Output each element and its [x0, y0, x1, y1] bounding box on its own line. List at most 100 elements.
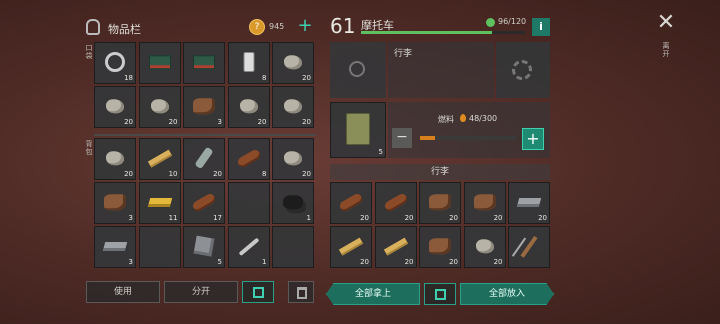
backpack-icon: [86, 19, 100, 35]
storage-slot[interactable]: 20: [463, 226, 506, 268]
close-label: 离开: [662, 42, 670, 58]
backpack-slot[interactable]: 1: [272, 182, 314, 224]
item-count: 20: [302, 170, 311, 178]
storage-slot[interactable]: 20: [330, 226, 372, 268]
settings-slot[interactable]: [496, 42, 550, 98]
log-icon: [235, 148, 262, 169]
wheel-icon: [105, 52, 125, 72]
backpack-slot[interactable]: 3: [94, 226, 136, 268]
item-count: 3: [128, 214, 133, 222]
backpack-slot[interactable]: 20: [272, 138, 314, 180]
item-count: 20: [257, 118, 267, 126]
toolbox-icon: [148, 55, 171, 70]
use-button[interactable]: 使用: [86, 281, 160, 303]
storage-slot[interactable]: [508, 226, 550, 268]
backpack-slot[interactable]: [272, 226, 314, 268]
toolbox-icon: [193, 55, 215, 70]
item-count: 20: [404, 214, 414, 222]
jerry-can-icon: [346, 113, 370, 145]
blocked-icon: [349, 61, 365, 77]
storage-slot[interactable]: 20: [374, 226, 417, 268]
log-icon: [338, 192, 364, 213]
pocket-slot[interactable]: 20: [227, 86, 270, 128]
pocket-slot[interactable]: 3: [183, 86, 225, 128]
pocket-slot[interactable]: [138, 42, 181, 84]
item-count: 20: [360, 214, 369, 222]
pocket-slot[interactable]: 20: [94, 86, 136, 128]
cargo-label: 行李: [394, 49, 413, 59]
log-icon: [382, 192, 409, 213]
fuel-slider[interactable]: [420, 136, 516, 140]
put-all-button[interactable]: 全部放入: [460, 283, 554, 305]
storage-slot[interactable]: 20: [419, 226, 461, 268]
split-button[interactable]: 分开: [164, 281, 238, 303]
backpack-slot[interactable]: 10: [138, 138, 181, 180]
bottle-icon: [194, 146, 214, 170]
pocket-slot[interactable]: 20: [272, 86, 314, 128]
sort-inventory-button[interactable]: [242, 281, 274, 303]
backpack-slot[interactable]: 11: [138, 182, 181, 224]
inventory-title: 物品栏: [108, 23, 141, 36]
add-coins-button[interactable]: +: [295, 16, 315, 36]
fuel-canister-slot[interactable]: 5: [330, 102, 386, 158]
rock-icon: [106, 99, 124, 114]
item-count: 3: [217, 118, 222, 126]
pocket-slot[interactable]: 8: [227, 42, 270, 84]
pocket-slot[interactable]: [183, 42, 225, 84]
fuel-fill: [420, 136, 436, 140]
item-count: 3: [128, 258, 133, 266]
item-count: 8: [262, 74, 267, 82]
pocket-slot[interactable]: 20: [272, 42, 314, 84]
coin-count: 945: [269, 22, 285, 31]
inventory-header: 物品栏 ? 945 +: [86, 14, 316, 42]
fuel-increase-button[interactable]: +: [522, 128, 544, 150]
cargo-box: 行李: [388, 42, 494, 98]
backpack-slot[interactable]: 20: [94, 138, 136, 180]
storage-slot[interactable]: 20: [330, 182, 372, 224]
item-count: 20: [538, 214, 547, 222]
item-count: 20: [213, 170, 222, 178]
backpack-slot[interactable]: [138, 226, 181, 268]
grid-icon: [253, 287, 264, 298]
coin-icon: ?: [249, 19, 265, 35]
close-button[interactable]: ✕: [654, 12, 678, 36]
pocket-slot[interactable]: 18: [94, 42, 136, 84]
plank-icon: [338, 237, 364, 256]
fuel-panel: 燃料 48/300 − +: [388, 102, 550, 158]
vehicle-level: 61: [330, 14, 356, 38]
backpack-slot[interactable]: [227, 182, 270, 224]
backpack-slot[interactable]: 17: [183, 182, 225, 224]
vehicle-info-button[interactable]: i: [532, 18, 550, 36]
gold-bar-icon: [147, 198, 172, 208]
pocket-slot[interactable]: 20: [138, 86, 181, 128]
leather-icon: [429, 238, 451, 255]
plank-icon: [383, 237, 408, 256]
leather-icon: [104, 194, 126, 211]
backpack-slot[interactable]: 1: [227, 226, 270, 268]
take-all-button[interactable]: 全部拿上: [326, 283, 420, 305]
leather-icon: [193, 98, 215, 115]
item-count: 8: [262, 170, 267, 178]
iron-ingot-icon: [516, 198, 542, 208]
backpack-slot[interactable]: 20: [183, 138, 225, 180]
rock-icon: [150, 99, 169, 114]
fuel-drop-icon: [460, 114, 466, 122]
fuel-label: 燃料: [438, 115, 454, 124]
item-count: 1: [262, 258, 267, 266]
trash-button[interactable]: [288, 281, 314, 303]
item-count: 20: [360, 258, 369, 266]
backpack-slot[interactable]: 8: [227, 138, 270, 180]
fuel-decrease-button[interactable]: −: [392, 128, 412, 148]
backpack-slot[interactable]: 5: [183, 226, 225, 268]
backpack-slot[interactable]: 3: [94, 182, 136, 224]
storage-slot[interactable]: 20: [508, 182, 550, 224]
storage-slot[interactable]: 20: [419, 182, 461, 224]
storage-slot[interactable]: 20: [374, 182, 417, 224]
sort-storage-button[interactable]: [424, 283, 456, 305]
disabled-slot: [330, 42, 386, 98]
grid-icon: [435, 289, 446, 300]
storage-slot[interactable]: 20: [463, 182, 506, 224]
item-count: 17: [213, 214, 222, 222]
rock-icon: [475, 239, 494, 254]
item-count: 20: [168, 118, 178, 126]
